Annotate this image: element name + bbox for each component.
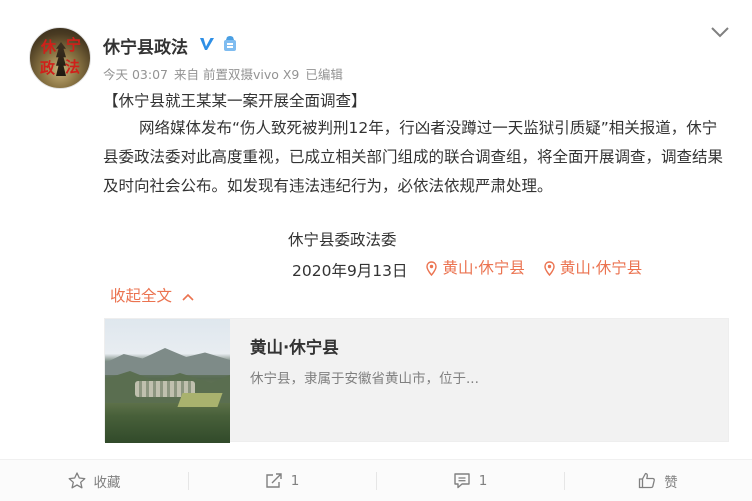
favorite-button[interactable]: 收藏 bbox=[0, 460, 188, 501]
post-date: 2020年9月13日 bbox=[292, 262, 408, 280]
location-thumbnail bbox=[105, 319, 230, 443]
location-link-card[interactable]: 黄山·休宁县 休宁县，隶属于安徽省黄山市，位于... bbox=[104, 318, 729, 443]
like-label: 赞 bbox=[664, 474, 678, 491]
avatar-char: 宁 bbox=[66, 36, 82, 54]
avatar[interactable]: 休 宁 政 法 bbox=[29, 27, 91, 89]
link-card-title: 黄山·休宁县 bbox=[250, 338, 339, 357]
weibo-post-card: 休 宁 政 法 休宁县政法 今天 03:07 来自 前置双摄vivo X9 已编辑 … bbox=[0, 0, 752, 501]
post-signature: 休宁县委政法委 bbox=[288, 231, 397, 249]
avatar-char: 政 bbox=[40, 59, 56, 77]
location-tag[interactable]: 黄山·休宁县 bbox=[426, 254, 525, 283]
member-icon[interactable] bbox=[222, 35, 238, 53]
location-pin-icon bbox=[544, 261, 555, 276]
post-source[interactable]: 来自 前置双摄vivo X9 bbox=[174, 67, 299, 82]
thumbs-up-icon bbox=[639, 472, 656, 489]
location-tag[interactable]: 黄山·休宁县 bbox=[544, 254, 642, 283]
location-pin-icon bbox=[426, 261, 438, 276]
verified-v-icon[interactable] bbox=[198, 35, 216, 53]
avatar-char: 法 bbox=[65, 58, 81, 76]
post-body: 网络媒体发布“伤人致死被判刑12年，行凶者没蹲过一天监狱引质疑”相关报道，休宁县… bbox=[103, 119, 724, 195]
date-line: 2020年9月13日 黄山·休宁县 黄山·休宁县 bbox=[292, 254, 642, 286]
comment-button[interactable]: 1 bbox=[376, 460, 564, 501]
favorite-label: 收藏 bbox=[93, 474, 121, 491]
link-card-description: 休宁县，隶属于安徽省黄山市，位于... bbox=[250, 371, 479, 387]
share-icon bbox=[266, 473, 282, 488]
chevron-up-icon bbox=[182, 293, 194, 301]
post-time[interactable]: 今天 03:07 bbox=[103, 67, 168, 82]
location-label: 黄山·休宁县 bbox=[442, 259, 525, 277]
avatar-char: 休 bbox=[41, 38, 57, 56]
collapse-label: 收起全文 bbox=[110, 287, 173, 305]
comment-count: 1 bbox=[478, 472, 488, 489]
location-label: 黄山·休宁县 bbox=[559, 259, 643, 277]
post-title: 【休宁县就王某某一案开展全面调查】 bbox=[103, 92, 367, 110]
edited-label[interactable]: 已编辑 bbox=[305, 67, 343, 82]
action-bar: 收藏 1 1 赞 bbox=[0, 460, 752, 501]
author-name[interactable]: 休宁县政法 bbox=[103, 33, 188, 58]
chevron-down-icon[interactable] bbox=[710, 25, 730, 39]
like-button[interactable]: 赞 bbox=[564, 460, 752, 501]
star-icon bbox=[68, 472, 85, 489]
collapse-text-button[interactable]: 收起全文 bbox=[110, 282, 194, 311]
post-meta: 今天 03:07 来自 前置双摄vivo X9 已编辑 bbox=[103, 64, 349, 83]
comment-icon bbox=[454, 473, 470, 489]
repost-count: 1 bbox=[290, 472, 300, 489]
thumb-field bbox=[177, 393, 223, 407]
thumb-mountain bbox=[105, 348, 230, 375]
repost-button[interactable]: 1 bbox=[188, 460, 376, 501]
